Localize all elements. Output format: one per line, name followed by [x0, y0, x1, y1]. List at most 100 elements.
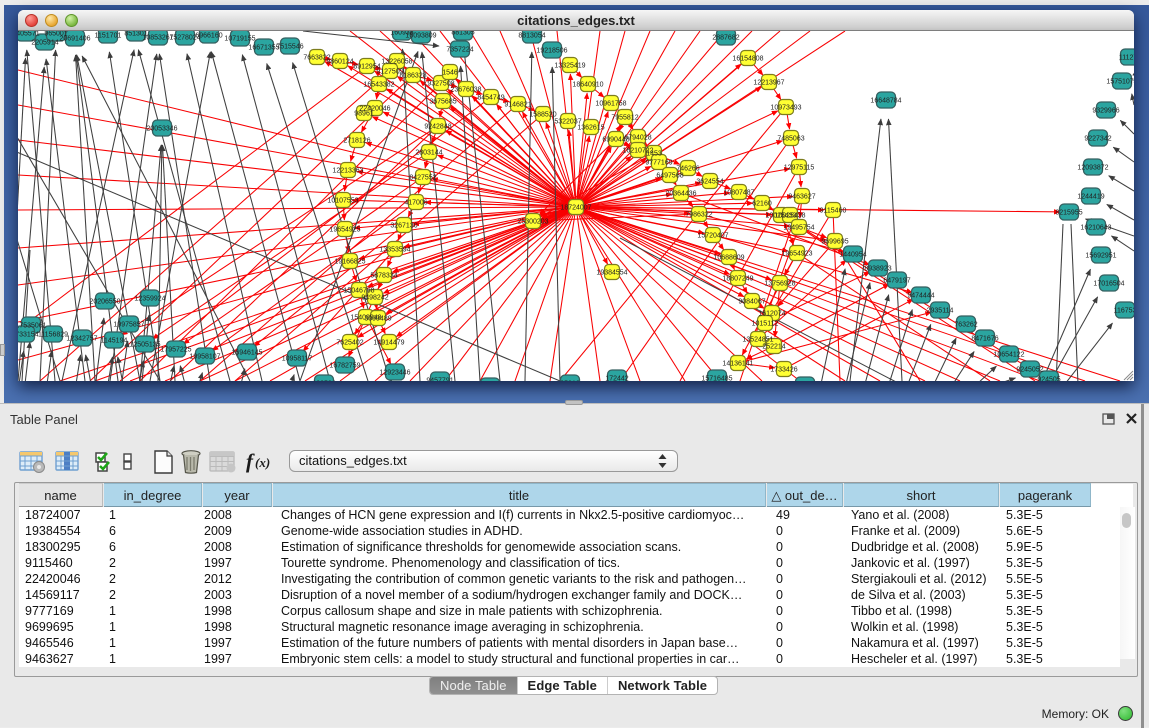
svg-text:19166825: 19166825	[334, 259, 365, 266]
svg-text:9463627: 9463627	[788, 194, 815, 201]
svg-text:f: f	[246, 449, 255, 473]
svg-text:1244419: 1244419	[1077, 194, 1104, 201]
svg-text:1588520: 1588520	[529, 112, 556, 119]
svg-text:18724007: 18724007	[560, 205, 591, 212]
svg-text:763262: 763262	[954, 322, 977, 329]
svg-text:9084067: 9084067	[738, 299, 765, 306]
svg-text:12975115: 12975115	[784, 165, 815, 172]
svg-text:1440954: 1440954	[839, 252, 866, 259]
svg-text:172442: 172442	[605, 376, 628, 382]
svg-text:8427552: 8427552	[409, 175, 436, 182]
svg-text:9115460: 9115460	[820, 208, 847, 215]
svg-text:16648784: 16648784	[870, 98, 901, 105]
svg-text:14136141: 14136141	[722, 361, 753, 368]
svg-text:2887682: 2887682	[712, 35, 739, 42]
svg-text:19384554: 19384554	[596, 270, 627, 277]
svg-text:3675685: 3675685	[429, 99, 456, 106]
svg-text:111277: 111277	[1119, 55, 1134, 62]
svg-text:12093872: 12093872	[1077, 165, 1108, 172]
svg-text:924505: 924505	[1037, 377, 1060, 382]
svg-text:7357224: 7357224	[446, 47, 473, 54]
svg-text:9699695: 9699695	[821, 239, 848, 246]
svg-text:5878334: 5878334	[370, 273, 397, 280]
svg-text:13353594: 13353594	[379, 247, 410, 254]
svg-text:15692951: 15692951	[1085, 253, 1116, 260]
svg-text:15046768: 15046768	[343, 288, 374, 295]
svg-text:23676038: 23676038	[450, 87, 481, 94]
svg-text:(x): (x)	[255, 455, 270, 470]
svg-text:7485063: 7485063	[777, 136, 804, 143]
svg-text:12213363: 12213363	[332, 168, 363, 175]
svg-text:5322037: 5322037	[554, 119, 581, 126]
svg-text:417006: 417006	[404, 200, 427, 207]
svg-text:3099489: 3099489	[364, 316, 391, 323]
svg-text:17535061: 17535061	[18, 323, 47, 330]
svg-text:16154808: 16154808	[732, 56, 763, 63]
svg-text:12923446: 12923446	[379, 370, 410, 377]
svg-text:16093809: 16093809	[405, 33, 436, 40]
svg-text:1453: 1453	[646, 151, 662, 158]
svg-text:1733426: 1733426	[770, 367, 797, 374]
svg-text:16946145: 16946145	[231, 350, 262, 357]
svg-text:20364436: 20364436	[665, 191, 696, 198]
svg-text:10973493: 10973493	[770, 105, 801, 112]
svg-text:11156829: 11156829	[38, 332, 68, 339]
svg-text:20691406: 20691406	[59, 36, 90, 43]
svg-text:12213967: 12213967	[753, 80, 784, 87]
svg-text:17957225: 17957225	[160, 347, 191, 354]
svg-text:13226058: 13226058	[381, 59, 412, 66]
svg-text:10688609: 10688609	[713, 255, 744, 262]
svg-text:12505135: 12505135	[129, 342, 160, 349]
svg-text:9245052: 9245052	[1016, 367, 1043, 374]
svg-text:6794028: 6794028	[624, 135, 651, 142]
svg-text:8215955: 8215955	[1055, 210, 1082, 217]
svg-text:3267130: 3267130	[390, 223, 417, 230]
svg-text:15716485: 15716485	[701, 376, 732, 382]
svg-text:6966160: 6966160	[195, 33, 222, 40]
svg-text:12342757: 12342757	[66, 336, 97, 343]
svg-text:9457791: 9457791	[426, 378, 453, 382]
svg-text:16671355: 16671355	[248, 45, 279, 52]
svg-text:9474444: 9474444	[907, 293, 934, 300]
svg-text:16782759: 16782759	[329, 363, 360, 370]
svg-text:10807487: 10807487	[723, 190, 754, 197]
svg-text:19654923: 19654923	[781, 251, 812, 258]
svg-text:3624554: 3624554	[696, 179, 723, 186]
svg-text:9146821: 9146821	[504, 102, 531, 109]
svg-text:10958117: 10958117	[282, 356, 313, 363]
svg-text:20206550: 20206550	[89, 299, 120, 306]
svg-text:9860124: 9860124	[326, 59, 353, 66]
svg-text:10025438: 10025438	[774, 213, 805, 220]
svg-text:1546: 1546	[442, 70, 458, 77]
svg-text:9498242: 9498242	[361, 295, 388, 302]
svg-text:13524851: 13524851	[742, 337, 773, 344]
svg-text:10961758: 10961758	[595, 101, 626, 108]
svg-text:62160: 62160	[752, 201, 772, 208]
svg-text:19654925: 19654925	[329, 227, 360, 234]
svg-text:14914479: 14914479	[373, 340, 404, 347]
svg-text:1405571: 1405571	[18, 31, 40, 38]
svg-text:18640910: 18640910	[572, 82, 603, 89]
svg-text:116753: 116753	[1114, 308, 1134, 315]
svg-text:19958107: 19958107	[189, 354, 220, 361]
svg-text:1145194: 1145194	[101, 338, 128, 345]
svg-text:8186328: 8186328	[399, 73, 426, 80]
svg-text:9777169: 9777169	[645, 160, 672, 167]
svg-text:10719155: 10719155	[224, 36, 255, 43]
svg-text:25300203: 25300203	[517, 219, 548, 226]
svg-text:9227342: 9227342	[1084, 136, 1111, 143]
svg-text:20053346: 20053346	[146, 126, 177, 133]
svg-text:1151701: 1151701	[95, 33, 122, 40]
svg-text:252214: 252214	[762, 344, 785, 351]
svg-text:12359924: 12359924	[134, 296, 165, 303]
svg-text:8454749: 8454749	[477, 95, 504, 102]
svg-text:8471676: 8471676	[971, 336, 998, 343]
svg-text:10654122: 10654122	[993, 352, 1024, 359]
svg-text:8938923: 8938923	[864, 266, 891, 273]
svg-text:98961: 98961	[354, 111, 374, 118]
svg-text:19218506: 19218506	[536, 48, 567, 55]
svg-text:18807249: 18807249	[722, 276, 753, 283]
svg-text:2718126: 2718126	[343, 138, 370, 145]
svg-text:95812: 95812	[560, 381, 580, 382]
svg-text:1362615: 1362615	[577, 125, 604, 132]
